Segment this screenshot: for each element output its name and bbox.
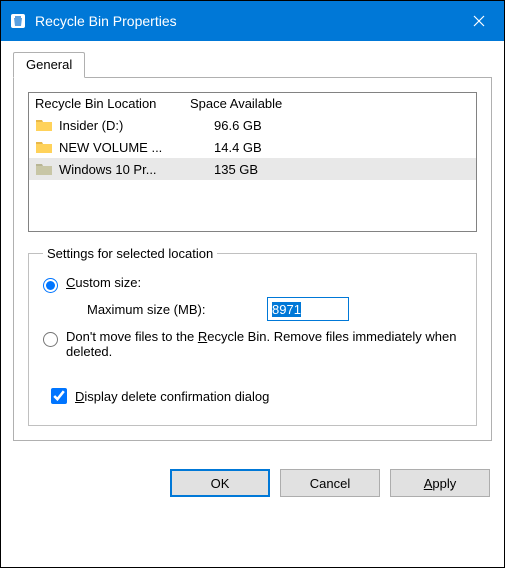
checkbox-display-confirm-label[interactable]: Display delete confirmation dialog	[75, 389, 269, 404]
tab-panel-general: Recycle Bin Location Space Available Ins…	[13, 77, 492, 441]
max-size-label: Maximum size (MB):	[87, 302, 267, 317]
max-size-row: Maximum size (MB):	[87, 297, 462, 321]
folder-icon	[35, 139, 53, 155]
row-space: 135 GB	[214, 162, 470, 177]
list-row[interactable]: Insider (D:) 96.6 GB	[29, 114, 476, 136]
radio-dont-move[interactable]	[43, 332, 58, 347]
radio-dont-move-label[interactable]: Don't move files to the Recycle Bin. Rem…	[66, 329, 462, 359]
row-space: 14.4 GB	[214, 140, 470, 155]
row-name: NEW VOLUME ...	[59, 140, 214, 155]
radio-dont-move-row: Don't move files to the Recycle Bin. Rem…	[43, 329, 462, 359]
radio-custom-size-row: Custom size:	[43, 275, 462, 293]
header-space: Space Available	[190, 96, 470, 111]
checkbox-display-confirm[interactable]	[51, 388, 67, 404]
recycle-bin-icon	[9, 12, 27, 30]
tab-general[interactable]: General	[13, 52, 85, 78]
window-title: Recycle Bin Properties	[35, 13, 454, 29]
folder-icon	[35, 161, 53, 177]
row-name: Insider (D:)	[59, 118, 214, 133]
folder-icon	[35, 117, 53, 133]
radio-custom-size[interactable]	[43, 278, 58, 293]
max-size-input[interactable]	[267, 297, 349, 321]
close-button[interactable]	[454, 1, 504, 41]
apply-button[interactable]: Apply	[390, 469, 490, 497]
location-list[interactable]: Recycle Bin Location Space Available Ins…	[28, 92, 477, 232]
settings-group: Settings for selected location Custom si…	[28, 246, 477, 426]
radio-custom-size-label[interactable]: Custom size:	[66, 275, 462, 290]
button-bar: OK Cancel Apply	[1, 453, 504, 513]
settings-legend: Settings for selected location	[43, 246, 217, 261]
ok-button[interactable]: OK	[170, 469, 270, 497]
list-header: Recycle Bin Location Space Available	[29, 93, 476, 114]
titlebar: Recycle Bin Properties	[1, 1, 504, 41]
tabstrip: General	[13, 52, 492, 78]
row-space: 96.6 GB	[214, 118, 470, 133]
content: General Recycle Bin Location Space Avail…	[1, 41, 504, 453]
cancel-button[interactable]: Cancel	[280, 469, 380, 497]
row-name: Windows 10 Pr...	[59, 162, 214, 177]
header-location: Recycle Bin Location	[35, 96, 190, 111]
display-confirm-row: Display delete confirmation dialog	[47, 385, 462, 407]
list-row[interactable]: NEW VOLUME ... 14.4 GB	[29, 136, 476, 158]
list-row[interactable]: Windows 10 Pr... 135 GB	[29, 158, 476, 180]
